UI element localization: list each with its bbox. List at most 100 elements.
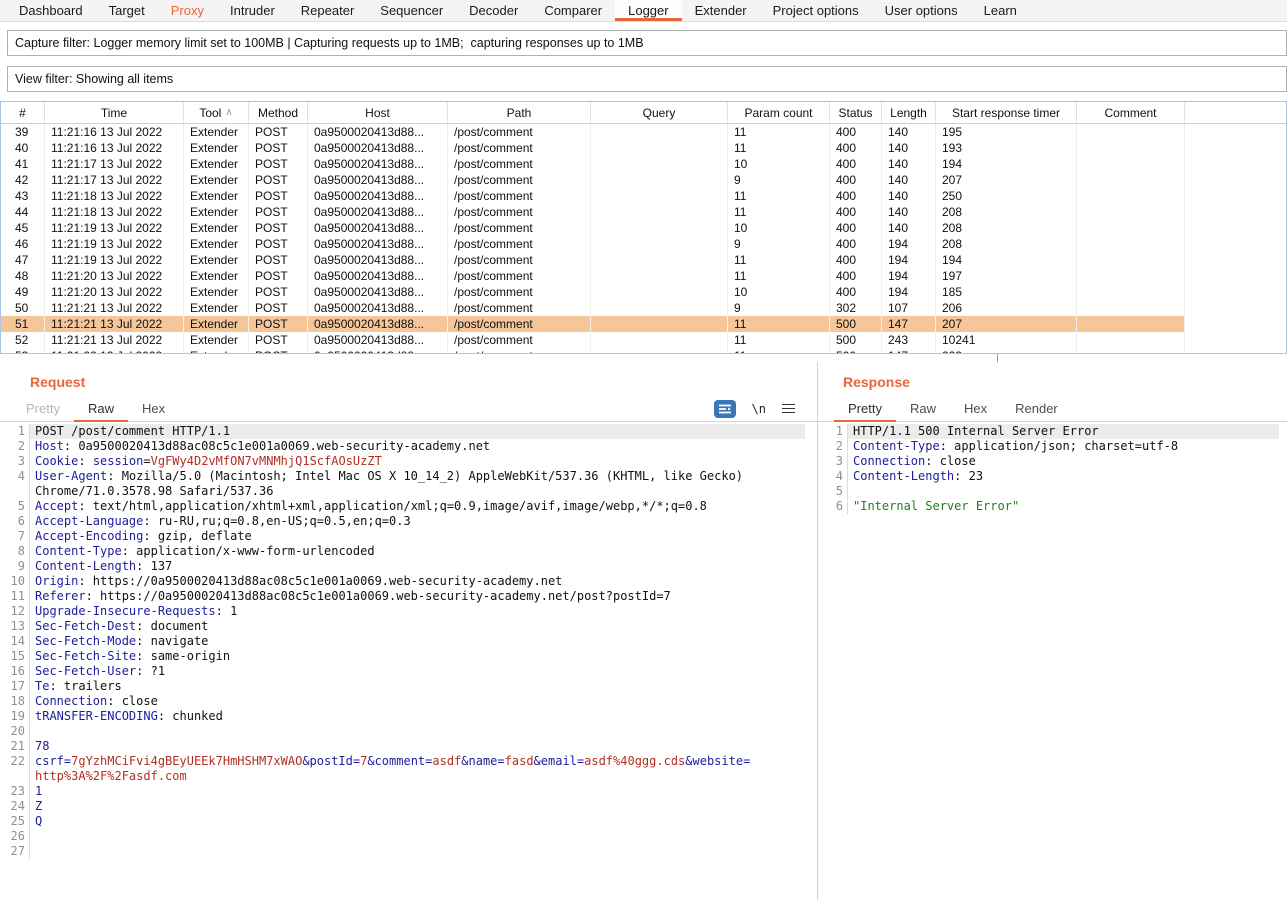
cell-time[interactable]: 11:21:21 13 Jul 2022 (45, 332, 184, 348)
cell-method[interactable]: POST (249, 156, 308, 172)
cell-path[interactable]: /post/comment (448, 316, 591, 332)
cell-time[interactable]: 11:21:19 13 Jul 2022 (45, 252, 184, 268)
hamburger-menu-icon[interactable] (782, 404, 795, 414)
cell-tool[interactable]: Extender (184, 268, 249, 284)
cell-query[interactable] (591, 332, 728, 348)
cell-query[interactable] (591, 268, 728, 284)
cell-length[interactable]: 243 (882, 332, 936, 348)
cell-path[interactable]: /post/comment (448, 204, 591, 220)
menu-tab-repeater[interactable]: Repeater (288, 0, 367, 21)
cell-status[interactable]: 400 (830, 204, 882, 220)
column-header-time[interactable]: Time (45, 102, 184, 123)
cell-length[interactable]: 140 (882, 188, 936, 204)
cell-start-response-timer[interactable]: 194 (936, 156, 1077, 172)
cell-path[interactable]: /post/comment (448, 220, 591, 236)
menu-tab-sequencer[interactable]: Sequencer (367, 0, 456, 21)
cell-length[interactable]: 140 (882, 204, 936, 220)
cell-comment[interactable] (1077, 252, 1185, 268)
column-header-comment[interactable]: Comment (1077, 102, 1185, 123)
cell-time[interactable]: 11:21:20 13 Jul 2022 (45, 268, 184, 284)
cell-method[interactable]: POST (249, 188, 308, 204)
table-row-48[interactable]: 4811:21:20 13 Jul 2022ExtenderPOST0a9500… (1, 268, 1286, 284)
cell-comment[interactable] (1077, 236, 1185, 252)
cell-length[interactable]: 194 (882, 284, 936, 300)
table-row-46[interactable]: 4611:21:19 13 Jul 2022ExtenderPOST0a9500… (1, 236, 1286, 252)
cell-path[interactable]: /post/comment (448, 300, 591, 316)
cell-query[interactable] (591, 204, 728, 220)
cell-method[interactable]: POST (249, 220, 308, 236)
request-editor[interactable]: 1POST /post/comment HTTP/1.12Host: 0a950… (8, 424, 805, 896)
cell-query[interactable] (591, 156, 728, 172)
cell-start-response-timer[interactable]: 250 (936, 188, 1077, 204)
cell-query[interactable] (591, 220, 728, 236)
cell-tool[interactable]: Extender (184, 124, 249, 140)
cell-method[interactable]: POST (249, 300, 308, 316)
cell-path[interactable]: /post/comment (448, 124, 591, 140)
column-header-num[interactable]: # (1, 102, 45, 123)
column-header-path[interactable]: Path (448, 102, 591, 123)
cell-start-response-timer[interactable]: 197 (936, 268, 1077, 284)
cell-length[interactable]: 107 (882, 300, 936, 316)
cell-num[interactable]: 39 (1, 124, 45, 140)
pretty-print-icon[interactable] (714, 400, 736, 418)
cell-length[interactable]: 147 (882, 316, 936, 332)
cell-num[interactable]: 48 (1, 268, 45, 284)
cell-time[interactable]: 11:21:21 13 Jul 2022 (45, 316, 184, 332)
cell-time[interactable]: 11:21:18 13 Jul 2022 (45, 204, 184, 220)
cell-time[interactable]: 11:21:21 13 Jul 2022 (45, 300, 184, 316)
menu-tab-intruder[interactable]: Intruder (217, 0, 288, 21)
menu-tab-decoder[interactable]: Decoder (456, 0, 531, 21)
view-filter-bar[interactable]: View filter: Showing all items (7, 66, 1287, 92)
cell-method[interactable]: POST (249, 172, 308, 188)
column-header-host[interactable]: Host (308, 102, 448, 123)
cell-query[interactable] (591, 236, 728, 252)
response-tab-render[interactable]: Render (1001, 396, 1072, 422)
newline-icon[interactable]: \n (752, 402, 766, 416)
cell-length[interactable]: 194 (882, 236, 936, 252)
splitter-handle-icon[interactable] (997, 354, 998, 362)
cell-query[interactable] (591, 140, 728, 156)
cell-tool[interactable]: Extender (184, 236, 249, 252)
menu-tab-extender[interactable]: Extender (682, 0, 760, 21)
cell-host[interactable]: 0a9500020413d88... (308, 316, 448, 332)
cell-path[interactable]: /post/comment (448, 140, 591, 156)
cell-param-count[interactable]: 11 (728, 140, 830, 156)
cell-comment[interactable] (1077, 332, 1185, 348)
cell-param-count[interactable]: 9 (728, 236, 830, 252)
cell-comment[interactable] (1077, 124, 1185, 140)
cell-comment[interactable] (1077, 188, 1185, 204)
cell-start-response-timer[interactable]: 208 (936, 204, 1077, 220)
cell-method[interactable]: POST (249, 332, 308, 348)
cell-param-count[interactable]: 10 (728, 284, 830, 300)
table-row-52[interactable]: 5211:21:21 13 Jul 2022ExtenderPOST0a9500… (1, 332, 1286, 348)
cell-comment[interactable] (1077, 156, 1185, 172)
cell-tool[interactable]: Extender (184, 204, 249, 220)
menu-tab-learn[interactable]: Learn (971, 0, 1030, 21)
cell-time[interactable]: 11:21:20 13 Jul 2022 (45, 284, 184, 300)
cell-status[interactable]: 400 (830, 172, 882, 188)
cell-tool[interactable]: Extender (184, 220, 249, 236)
cell-start-response-timer[interactable]: 185 (936, 284, 1077, 300)
cell-comment[interactable] (1077, 220, 1185, 236)
cell-host[interactable]: 0a9500020413d88... (308, 220, 448, 236)
response-tab-raw[interactable]: Raw (896, 396, 950, 422)
cell-length[interactable]: 140 (882, 124, 936, 140)
response-editor[interactable]: 1HTTP/1.1 500 Internal Server Error2Cont… (826, 424, 1279, 896)
cell-comment[interactable] (1077, 204, 1185, 220)
cell-method[interactable]: POST (249, 204, 308, 220)
request-tab-hex[interactable]: Hex (128, 396, 179, 422)
cell-param-count[interactable]: 11 (728, 332, 830, 348)
cell-status[interactable]: 302 (830, 300, 882, 316)
cell-path[interactable]: /post/comment (448, 284, 591, 300)
cell-host[interactable]: 0a9500020413d88... (308, 332, 448, 348)
cell-query[interactable] (591, 172, 728, 188)
cell-method[interactable]: POST (249, 316, 308, 332)
table-row-47[interactable]: 4711:21:19 13 Jul 2022ExtenderPOST0a9500… (1, 252, 1286, 268)
cell-num[interactable]: 50 (1, 300, 45, 316)
column-header-length[interactable]: Length (882, 102, 936, 123)
menu-tab-comparer[interactable]: Comparer (531, 0, 615, 21)
cell-host[interactable]: 0a9500020413d88... (308, 188, 448, 204)
cell-time[interactable]: 11:21:17 13 Jul 2022 (45, 156, 184, 172)
cell-path[interactable]: /post/comment (448, 188, 591, 204)
cell-param-count[interactable]: 11 (728, 204, 830, 220)
